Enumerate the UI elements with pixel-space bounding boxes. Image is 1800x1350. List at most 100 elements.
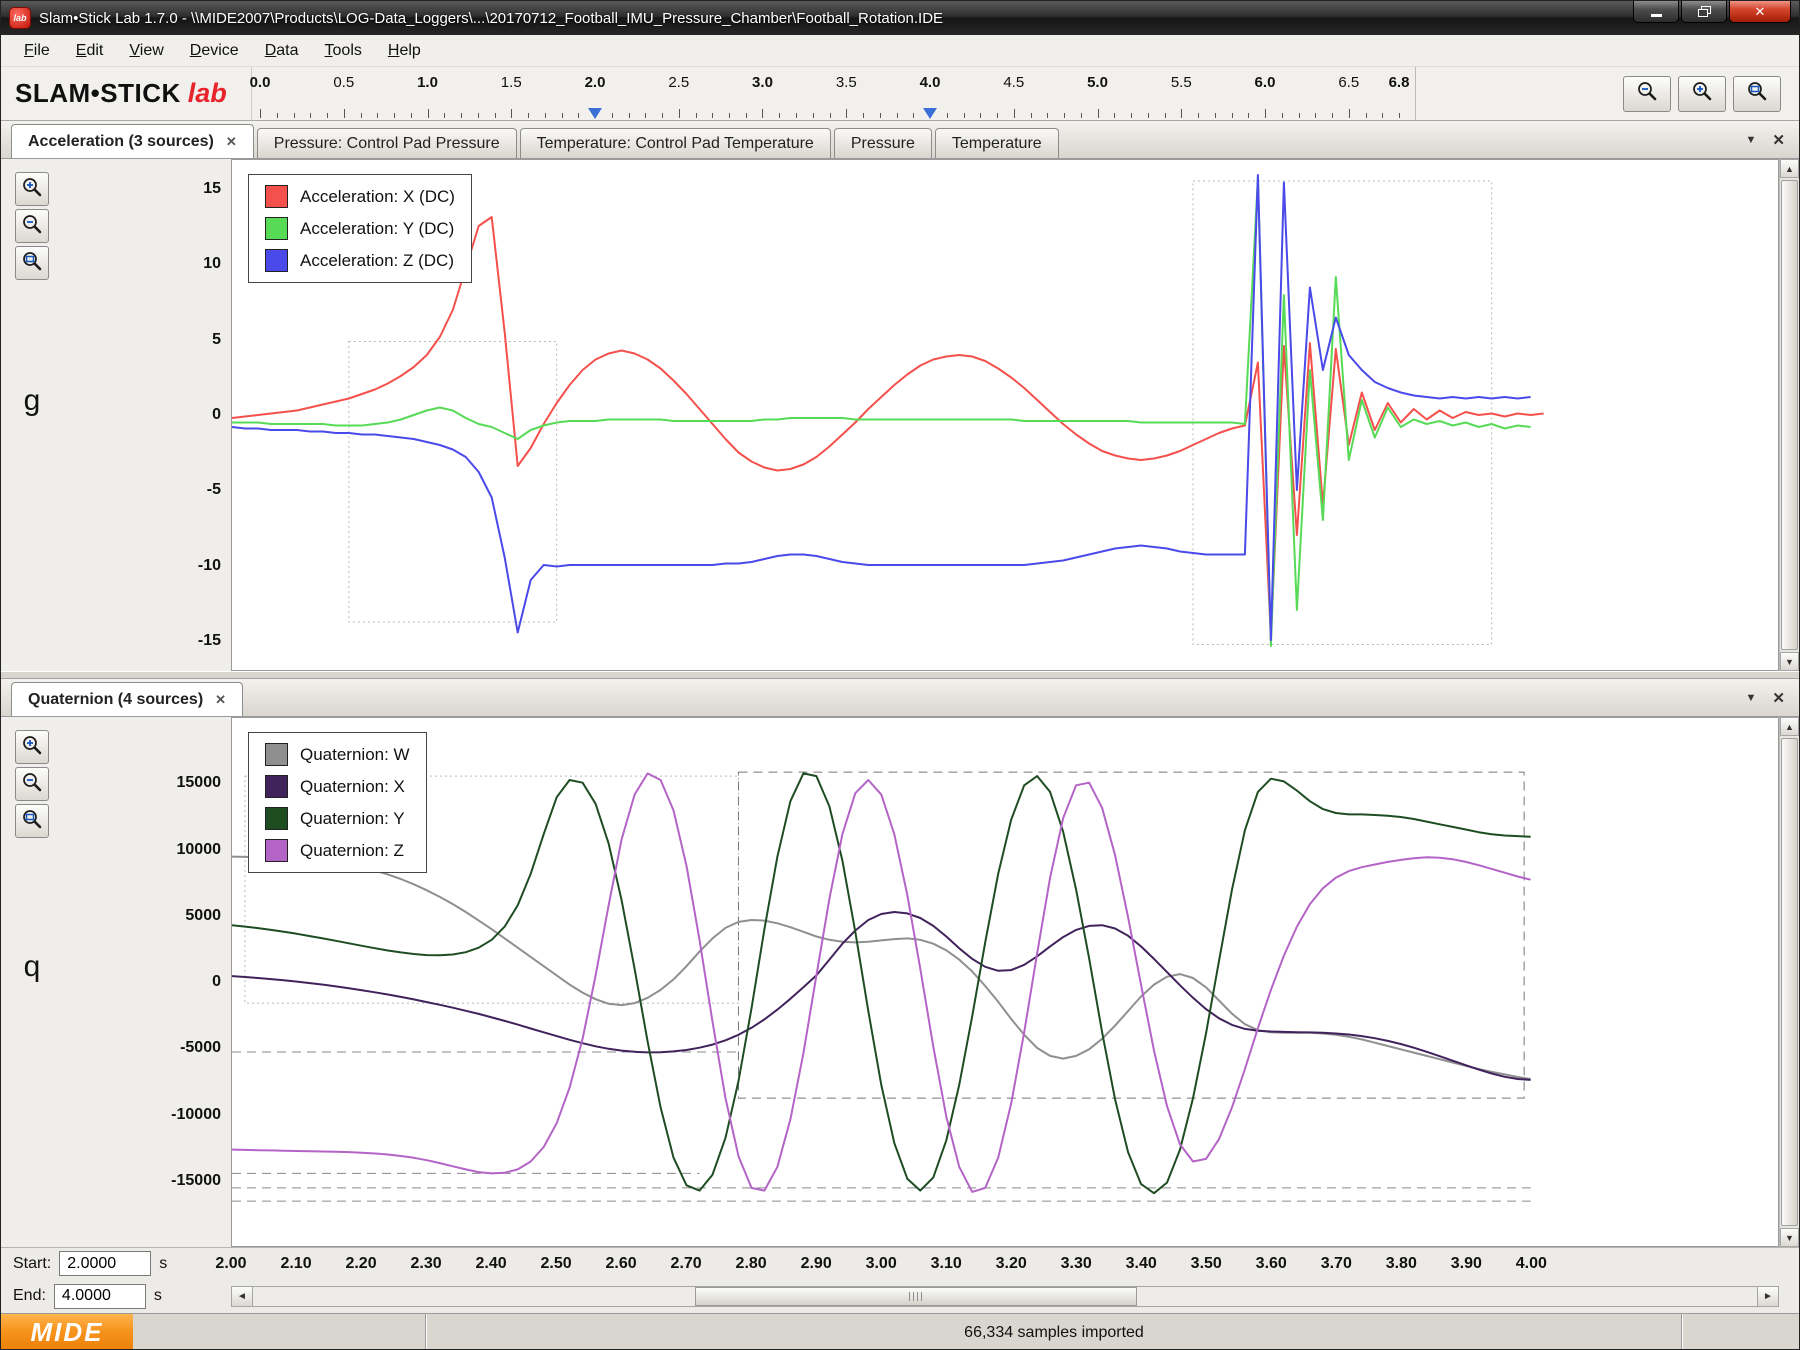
legend-label: Quaternion: Y: [300, 809, 405, 829]
horizontal-scrollbar[interactable]: ◄ ►: [231, 1286, 1779, 1307]
zoom-out-icon: [1636, 80, 1658, 107]
tab-list-dropdown-icon[interactable]: ▼: [1746, 134, 1757, 146]
scroll-down-button[interactable]: ▼: [1780, 652, 1799, 671]
accel-zoom-out-button[interactable]: [15, 209, 49, 243]
menu-file[interactable]: File: [11, 37, 63, 65]
x-axis-tick-label: 2.20: [345, 1255, 376, 1273]
tab-pressure[interactable]: Pressure: [834, 128, 932, 158]
x-axis-tick-label: 2.70: [671, 1255, 702, 1273]
zoom-in-icon: [21, 734, 43, 761]
x-axis-tick-label: 3.30: [1061, 1255, 1092, 1273]
menu-view[interactable]: View: [116, 37, 176, 65]
accel-zoom-fit-button[interactable]: [15, 246, 49, 280]
menu-data[interactable]: Data: [252, 37, 312, 65]
close-pane-icon[interactable]: ✕: [1772, 131, 1785, 149]
quaternion-y-axis: 150001000050000-5000-10000-15000: [63, 717, 231, 1247]
scroll-down-icon: ▼: [1785, 1233, 1794, 1243]
scrollbar-track[interactable]: [1780, 178, 1799, 652]
scrollbar-thumb[interactable]: [1781, 738, 1798, 1226]
zoom-in-time-button[interactable]: [1678, 76, 1726, 112]
start-time-input[interactable]: [59, 1251, 151, 1276]
scroll-left-button[interactable]: ◄: [232, 1287, 253, 1306]
menu-help[interactable]: Help: [375, 37, 434, 65]
tab-list-dropdown-icon[interactable]: ▼: [1746, 692, 1757, 704]
ruler-tick-label: 1.0: [417, 74, 438, 91]
tab-acceleration-3-sources[interactable]: Acceleration (3 sources)✕: [11, 124, 254, 158]
restore-icon: [1698, 6, 1711, 18]
legend-swatch: [265, 839, 288, 862]
tab-label: Temperature: Control Pad Temperature: [537, 135, 814, 153]
ruler-tick-mark: [1031, 113, 1032, 118]
x-axis-tick-label: 3.90: [1451, 1255, 1482, 1273]
acceleration-plot[interactable]: Acceleration: X (DC)Acceleration: Y (DC)…: [231, 159, 1779, 671]
acceleration-vertical-scrollbar[interactable]: ▲ ▼: [1779, 159, 1799, 671]
ruler-tick-mark: [277, 113, 278, 118]
scroll-up-button[interactable]: ▲: [1780, 159, 1799, 178]
menu-tools[interactable]: Tools: [312, 37, 375, 65]
tab-temperature[interactable]: Temperature: [935, 128, 1059, 158]
ruler-tick-mark: [1332, 113, 1333, 118]
restore-button[interactable]: [1681, 1, 1727, 23]
acceleration-y-axis: 151050-5-10-15: [63, 159, 231, 671]
mide-logo: MIDE: [1, 1314, 133, 1350]
legend-label: Acceleration: X (DC): [300, 187, 455, 207]
close-button[interactable]: ✕: [1729, 1, 1791, 23]
legend-label: Acceleration: Z (DC): [300, 251, 454, 271]
quaternion-plot[interactable]: Quaternion: WQuaternion: XQuaternion: YQ…: [231, 717, 1779, 1247]
accel-zoom-in-button[interactable]: [15, 172, 49, 206]
tab-close-icon[interactable]: ✕: [215, 692, 226, 708]
x-axis-tick-label: 3.70: [1321, 1255, 1352, 1273]
ruler-tick-mark: [1165, 113, 1166, 118]
end-time-input[interactable]: [54, 1284, 146, 1309]
menu-edit[interactable]: Edit: [63, 37, 117, 65]
quat-zoom-in-button[interactable]: [15, 730, 49, 764]
scroll-right-icon: ►: [1763, 1291, 1773, 1302]
status-bar: MIDE 66,334 samples imported: [1, 1313, 1799, 1350]
quat-zoom-fit-button[interactable]: [15, 804, 49, 838]
top-tab-bar: Acceleration (3 sources)✕Pressure: Contr…: [1, 121, 1799, 159]
ruler-tick-mark: [478, 113, 479, 118]
ruler-tick-mark: [645, 113, 646, 118]
acceleration-toolbar: g: [1, 159, 63, 671]
bottom-tab-bar: Quaternion (4 sources) ✕ ▼ ✕: [1, 679, 1799, 717]
tab-pressure-control-pad-pressure[interactable]: Pressure: Control Pad Pressure: [257, 128, 517, 158]
scrollbar-thumb[interactable]: [695, 1287, 1137, 1306]
ruler-tick-label: 4.0: [920, 74, 941, 91]
ruler-tick-mark: [511, 109, 512, 118]
zoom-out-time-button[interactable]: [1623, 76, 1671, 112]
scrollbar-track[interactable]: [1780, 736, 1799, 1228]
ruler-tick-mark: [1098, 109, 1099, 118]
ruler-tick-mark: [964, 113, 965, 118]
y-tick-label: 10000: [177, 841, 222, 859]
scroll-right-button[interactable]: ►: [1757, 1287, 1778, 1306]
ruler-tick-mark: [327, 113, 328, 118]
minimize-button[interactable]: [1633, 1, 1679, 23]
timeline-ruler[interactable]: 0.00.51.01.52.02.53.03.54.04.55.05.56.06…: [251, 67, 1416, 120]
quaternion-vertical-scrollbar[interactable]: ▲ ▼: [1779, 717, 1799, 1247]
ruler-tick-mark: [679, 109, 680, 118]
thumb-grip-icon: [909, 1292, 924, 1301]
close-pane-icon[interactable]: ✕: [1772, 689, 1785, 707]
ruler-tick-mark: [260, 109, 261, 118]
y-tick-label: 15000: [177, 774, 222, 792]
ruler-tick-label: 1.5: [501, 74, 522, 91]
ruler-range-marker[interactable]: [923, 108, 937, 119]
zoom-fit-time-button[interactable]: [1733, 76, 1781, 112]
menu-device[interactable]: Device: [177, 37, 252, 65]
brand-lab: lab: [188, 78, 227, 109]
ruler-tick-mark: [1299, 113, 1300, 118]
scroll-down-button[interactable]: ▼: [1780, 1228, 1799, 1247]
quaternion-toolbar: q: [1, 717, 63, 1247]
y-tick-label: -10: [198, 557, 221, 575]
tab-label: Quaternion (4 sources): [28, 691, 203, 709]
tab-temperature-control-pad-temperature[interactable]: Temperature: Control Pad Temperature: [520, 128, 831, 158]
acceleration-axis-unit-label: g: [1, 384, 63, 418]
quat-zoom-out-button[interactable]: [15, 767, 49, 801]
x-axis-tick-label: 3.40: [1126, 1255, 1157, 1273]
ruler-range-marker[interactable]: [588, 108, 602, 119]
tab-quaternion-4-sources[interactable]: Quaternion (4 sources) ✕: [11, 682, 243, 716]
scrollbar-thumb[interactable]: [1781, 180, 1798, 650]
tab-close-icon[interactable]: ✕: [226, 134, 237, 150]
scrollbar-track[interactable]: [253, 1287, 1757, 1306]
scroll-up-button[interactable]: ▲: [1780, 717, 1799, 736]
